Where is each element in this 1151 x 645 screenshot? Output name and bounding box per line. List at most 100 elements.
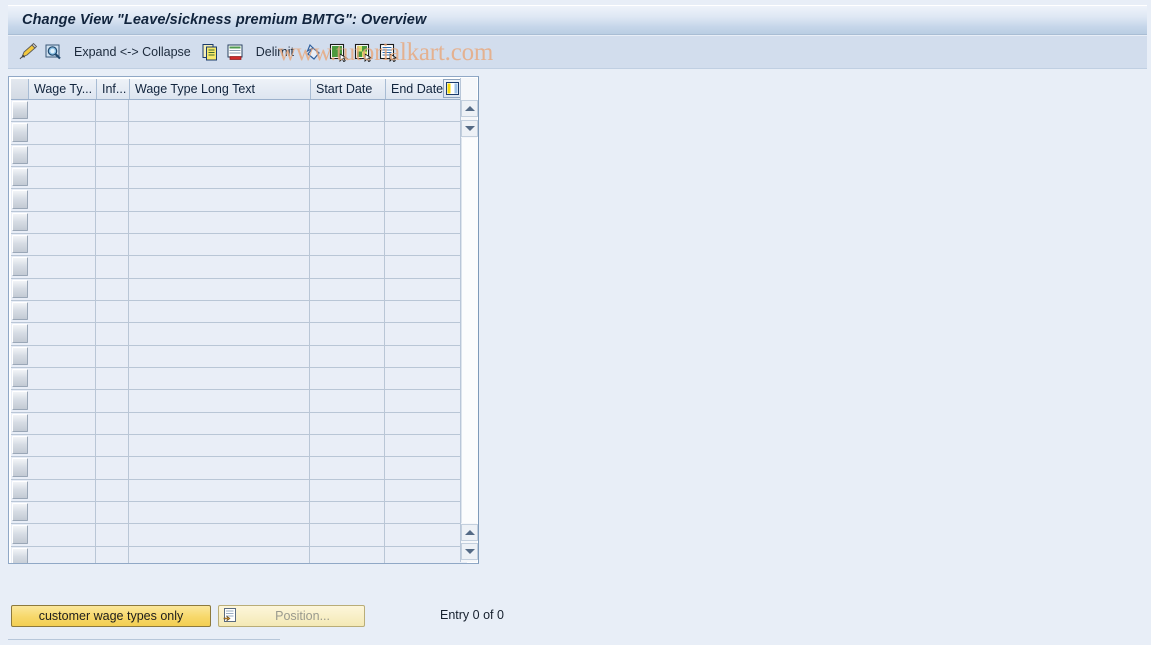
table-cell-end_date[interactable] <box>385 368 462 389</box>
table-row[interactable] <box>11 256 467 279</box>
table-cell-infotype[interactable] <box>96 390 129 412</box>
table-cell-wage_type[interactable] <box>28 367 96 390</box>
row-select-handle[interactable] <box>12 279 28 298</box>
table-cell-long_text[interactable] <box>129 211 310 233</box>
table-cell-end_date[interactable] <box>385 480 462 501</box>
row-select-handle[interactable] <box>12 346 28 365</box>
row-select-handle[interactable] <box>12 368 28 388</box>
table-cell-start_date[interactable] <box>310 524 385 546</box>
table-cell-end_date[interactable] <box>385 256 462 277</box>
table-cell-infotype[interactable] <box>96 457 129 479</box>
table-cell-end_date[interactable] <box>385 390 462 411</box>
table-cell-long_text[interactable] <box>129 278 310 300</box>
table-cell-wage_type[interactable] <box>28 278 96 300</box>
table-cell-long_text[interactable] <box>129 412 310 434</box>
position-button[interactable]: Position... <box>218 605 365 627</box>
table-row[interactable] <box>11 233 467 257</box>
table-cell-end_date[interactable] <box>385 301 462 322</box>
table-cell-wage_type[interactable] <box>28 412 96 434</box>
table-vertical-scrollbar[interactable] <box>460 78 478 562</box>
table-header-wage-type[interactable]: Wage Ty... <box>29 79 97 99</box>
table-cell-wage_type[interactable] <box>28 479 96 501</box>
toolbar-button-display-details[interactable] <box>43 41 65 63</box>
table-cell-end_date[interactable] <box>385 100 462 121</box>
table-cell-end_date[interactable] <box>385 435 462 456</box>
table-cell-infotype[interactable] <box>96 412 129 434</box>
table-cell-wage_type[interactable] <box>28 100 96 122</box>
table-cell-infotype[interactable] <box>96 501 129 524</box>
toolbar-button-delete-row[interactable] <box>225 41 247 63</box>
scroll-down-button-bottom[interactable] <box>461 543 478 560</box>
table-row[interactable] <box>11 479 467 502</box>
table-cell-end_date[interactable] <box>385 346 462 367</box>
row-select-handle[interactable] <box>12 435 28 455</box>
table-cell-long_text[interactable] <box>129 546 310 563</box>
table-row[interactable] <box>11 546 467 563</box>
table-cell-infotype[interactable] <box>96 524 129 546</box>
table-cell-start_date[interactable] <box>310 457 385 479</box>
table-cell-start_date[interactable] <box>310 501 385 524</box>
table-cell-long_text[interactable] <box>129 166 310 189</box>
table-cell-long_text[interactable] <box>129 345 310 367</box>
row-select-handle[interactable] <box>12 458 28 477</box>
row-select-handle[interactable] <box>12 212 28 231</box>
toolbar-button-expand-collapse[interactable]: Expand <-> Collapse <box>68 41 197 63</box>
table-cell-end_date[interactable] <box>385 145 462 166</box>
table-cell-start_date[interactable] <box>310 300 385 323</box>
row-select-handle[interactable] <box>12 301 28 321</box>
table-cell-wage_type[interactable] <box>28 501 96 524</box>
table-cell-end_date[interactable] <box>385 279 462 300</box>
table-cell-infotype[interactable] <box>96 122 129 144</box>
row-select-handle[interactable] <box>12 547 28 563</box>
toolbar-button-details[interactable] <box>378 41 400 63</box>
table-cell-infotype[interactable] <box>96 323 129 345</box>
table-cell-wage_type[interactable] <box>28 166 96 189</box>
table-cell-wage_type[interactable] <box>28 300 96 323</box>
table-cell-infotype[interactable] <box>96 345 129 367</box>
table-header-start-date[interactable]: Start Date <box>311 79 386 99</box>
toolbar-button-deselect-all[interactable] <box>353 41 375 63</box>
table-cell-wage_type[interactable] <box>28 434 96 457</box>
customer-wage-types-only-button[interactable]: customer wage types only <box>11 605 211 627</box>
table-header-infotype[interactable]: Inf... <box>97 79 130 99</box>
table-cell-infotype[interactable] <box>96 278 129 300</box>
table-row[interactable] <box>11 323 467 346</box>
table-cell-wage_type[interactable] <box>28 144 96 166</box>
table-cell-wage_type[interactable] <box>28 390 96 412</box>
table-cell-infotype[interactable] <box>96 300 129 323</box>
table-cell-long_text[interactable] <box>129 256 310 278</box>
table-cell-long_text[interactable] <box>129 300 310 323</box>
table-cell-long_text[interactable] <box>129 524 310 546</box>
table-cell-end_date[interactable] <box>385 323 462 344</box>
table-cell-long_text[interactable] <box>129 122 310 144</box>
table-cell-wage_type[interactable] <box>28 122 96 144</box>
table-row[interactable] <box>11 211 467 234</box>
table-cell-start_date[interactable] <box>310 256 385 278</box>
table-cell-end_date[interactable] <box>385 234 462 255</box>
table-cell-start_date[interactable] <box>310 412 385 434</box>
table-cell-wage_type[interactable] <box>28 524 96 546</box>
row-select-handle[interactable] <box>12 167 28 187</box>
table-cell-wage_type[interactable] <box>28 323 96 345</box>
table-cell-start_date[interactable] <box>310 434 385 457</box>
toolbar-button-delimit[interactable]: Delimit <box>250 41 300 63</box>
row-select-handle[interactable] <box>12 101 28 120</box>
row-select-handle[interactable] <box>12 502 28 522</box>
row-select-handle[interactable] <box>12 190 28 209</box>
scroll-down-button-top[interactable] <box>461 120 478 137</box>
row-select-handle[interactable] <box>12 123 28 142</box>
table-cell-long_text[interactable] <box>129 233 310 256</box>
table-cell-infotype[interactable] <box>96 211 129 233</box>
table-cell-long_text[interactable] <box>129 390 310 412</box>
row-select-handle[interactable] <box>12 324 28 343</box>
table-cell-long_text[interactable] <box>129 367 310 390</box>
table-cell-start_date[interactable] <box>310 546 385 563</box>
toolbar-button-undo[interactable] <box>303 41 325 63</box>
table-cell-infotype[interactable] <box>96 189 129 211</box>
table-cell-start_date[interactable] <box>310 278 385 300</box>
table-cell-long_text[interactable] <box>129 100 310 122</box>
table-cell-end_date[interactable] <box>385 122 462 143</box>
table-cell-start_date[interactable] <box>310 367 385 390</box>
scroll-up-button-top[interactable] <box>461 100 478 117</box>
table-cell-wage_type[interactable] <box>28 345 96 367</box>
